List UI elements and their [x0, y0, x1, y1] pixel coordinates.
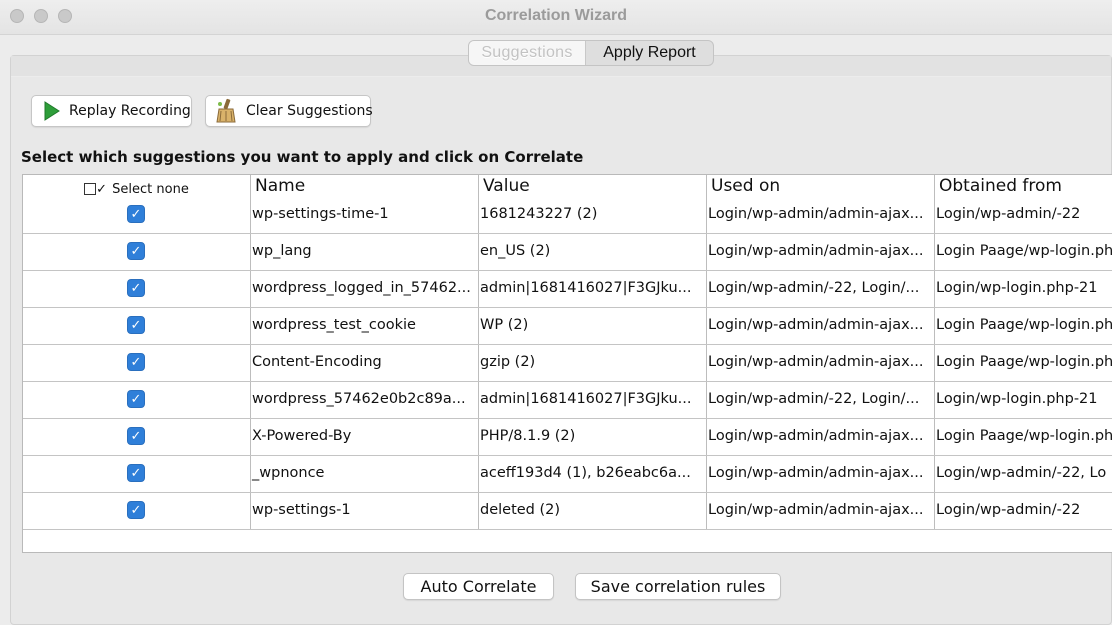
cell-name: wordpress_57462e0b2c89a...: [252, 391, 466, 407]
cell-name: _wpnonce: [252, 465, 325, 481]
tab-apply-report[interactable]: Apply Report: [586, 41, 713, 65]
cell-used-on: Login/wp-admin/-22, Login/...: [708, 391, 920, 407]
replay-recording-label: Replay Recording: [69, 103, 191, 119]
cell-obtained-from: Login/wp-admin/-22, Lo: [936, 465, 1107, 481]
cell-used-on: Login/wp-admin/admin-ajax...: [708, 428, 924, 444]
select-none-header[interactable]: ✓ Select none: [23, 175, 250, 199]
cell-value: aceff193d4 (1), b26eabc6a...: [480, 465, 691, 481]
cell-name: Content-Encoding: [252, 354, 382, 370]
checkmark-icon: ✓: [130, 354, 142, 370]
cell-value: admin|1681416027|F3GJku...: [480, 280, 692, 296]
cell-obtained-from: Login/wp-login.php-21: [936, 280, 1098, 296]
cell-used-on: Login/wp-admin/admin-ajax...: [708, 243, 924, 259]
row-checkbox[interactable]: ✓: [127, 390, 145, 408]
cell-name: wp-settings-1: [252, 502, 351, 518]
row-checkbox[interactable]: ✓: [127, 205, 145, 223]
auto-correlate-button[interactable]: Auto Correlate: [403, 573, 554, 600]
cell-value: WP (2): [480, 317, 529, 333]
correlation-wizard-window: Correlation Wizard Suggestions Apply Rep…: [0, 0, 1112, 625]
checkmark-icon: ✓: [130, 243, 142, 259]
row-checkbox[interactable]: ✓: [127, 427, 145, 445]
clear-suggestions-label: Clear Suggestions: [246, 103, 373, 119]
broom-icon: [214, 98, 238, 124]
cell-obtained-from: Login/wp-admin/-22: [936, 502, 1081, 518]
cell-used-on: Login/wp-admin/admin-ajax...: [708, 317, 924, 333]
cell-used-on: Login/wp-admin/admin-ajax...: [708, 465, 924, 481]
suggestions-table: ✓ Select none Name Value Used on Obtaine…: [22, 174, 1112, 553]
title-bar: Correlation Wizard: [0, 0, 1112, 35]
checkmark-icon: ✓: [130, 391, 142, 407]
row-checkbox[interactable]: ✓: [127, 464, 145, 482]
cell-used-on: Login/wp-admin/-22, Login/...: [708, 280, 920, 296]
cell-value: gzip (2): [480, 354, 536, 370]
window-title: Correlation Wizard: [484, 7, 628, 24]
checkmark-icon: ✓: [130, 317, 142, 333]
header-checkbox[interactable]: [84, 183, 97, 195]
cell-name: wp-settings-time-1: [252, 206, 389, 222]
select-none-label: Select none: [112, 182, 189, 197]
instructions-heading: Select which suggestions you want to app…: [21, 148, 584, 166]
checkmark-icon: ✓: [130, 280, 142, 296]
cell-used-on: Login/wp-admin/admin-ajax...: [708, 502, 924, 518]
checkmark-icon: ✓: [130, 465, 142, 481]
replay-recording-button[interactable]: Replay Recording: [31, 95, 192, 127]
save-correlation-rules-button[interactable]: Save correlation rules: [575, 573, 781, 600]
cell-name: X-Powered-By: [252, 428, 352, 444]
cell-value: deleted (2): [480, 502, 561, 518]
cell-value: admin|1681416027|F3GJku...: [480, 391, 692, 407]
cell-used-on: Login/wp-admin/admin-ajax...: [708, 354, 924, 370]
cell-value: 1681243227 (2): [480, 206, 598, 222]
row-checkbox[interactable]: ✓: [127, 353, 145, 371]
play-icon: [44, 101, 60, 121]
cell-obtained-from: Login Paage/wp-login.php: [936, 243, 1112, 259]
cell-obtained-from: Login Paage/wp-login.php: [936, 317, 1112, 333]
tab-suggestions[interactable]: Suggestions: [469, 41, 586, 65]
header-check-mark: ✓: [96, 182, 108, 197]
cell-used-on: Login/wp-admin/admin-ajax...: [708, 206, 924, 222]
checkmark-icon: ✓: [130, 428, 142, 444]
row-checkbox[interactable]: ✓: [127, 242, 145, 260]
cell-obtained-from: Login Paage/wp-login.php: [936, 428, 1112, 444]
cell-obtained-from: Login Paage/wp-login.php: [936, 354, 1112, 370]
tab-bar: Suggestions Apply Report: [468, 40, 714, 66]
cell-name: wp_lang: [252, 243, 312, 259]
row-checkbox[interactable]: ✓: [127, 501, 145, 519]
cell-obtained-from: Login/wp-login.php-21: [936, 391, 1098, 407]
cell-obtained-from: Login/wp-admin/-22: [936, 206, 1081, 222]
checkmark-icon: ✓: [130, 502, 142, 518]
cell-value: PHP/8.1.9 (2): [480, 428, 576, 444]
cell-name: wordpress_test_cookie: [252, 317, 416, 333]
cell-value: en_US (2): [480, 243, 551, 259]
checkmark-icon: ✓: [130, 206, 142, 222]
cell-name: wordpress_logged_in_57462...: [252, 280, 471, 296]
row-checkbox[interactable]: ✓: [127, 316, 145, 334]
row-checkbox[interactable]: ✓: [127, 279, 145, 297]
clear-suggestions-button[interactable]: Clear Suggestions: [205, 95, 373, 127]
